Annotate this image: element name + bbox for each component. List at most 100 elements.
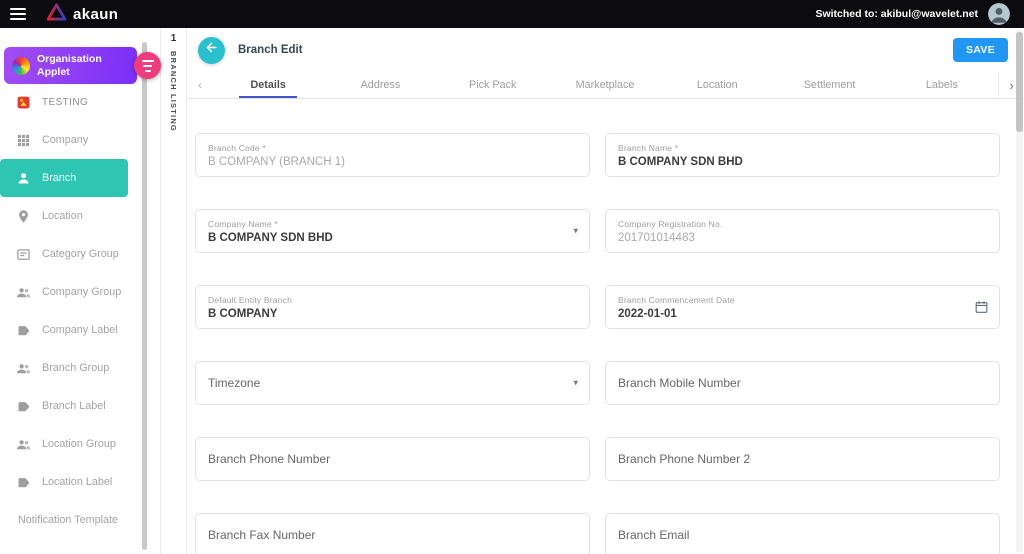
field-branch-phone-number-2[interactable]: Branch Phone Number 2: [605, 437, 1000, 481]
back-arrow-icon: [204, 40, 219, 60]
field-label: Branch Commencement Date: [618, 294, 735, 305]
field-branch-fax-number[interactable]: Branch Fax Number: [195, 513, 590, 554]
hamburger-icon[interactable]: [10, 8, 26, 20]
field-value: B COMPANY SDN BHD: [618, 155, 743, 168]
app-name: akaun: [73, 5, 119, 23]
sidebar-item-label: TESTING: [42, 96, 89, 108]
page-title: Branch Edit: [238, 44, 303, 56]
tabs-bar: ‹ Details Address Pick Pack Marketplace …: [188, 72, 1024, 99]
sidebar-scrollbar[interactable]: [142, 42, 147, 550]
field-placeholder: Branch Mobile Number: [618, 376, 741, 390]
sidebar-item-company-group[interactable]: Company Group: [0, 273, 160, 311]
applet-logo-icon: [12, 56, 30, 75]
field-label: Company Name *: [208, 218, 278, 229]
category-card-icon: [15, 246, 31, 262]
sidebar-item-label: Branch: [42, 172, 77, 184]
field-value: B COMPANY: [208, 307, 278, 320]
main-header: Branch Edit SAVE: [188, 28, 1024, 72]
field-default-entity-branch[interactable]: Default Entity Branch B COMPANY: [195, 285, 590, 329]
field-label: Company Registration No.: [618, 218, 723, 229]
main-scrollbar[interactable]: [1016, 30, 1023, 552]
field-branch-email[interactable]: Branch Email: [605, 513, 1000, 554]
sidebar-item-label: Location Group: [42, 438, 116, 450]
sidebar-item-label: Location: [42, 210, 83, 222]
main-content: Branch Edit SAVE ‹ Details Address Pick …: [188, 28, 1024, 554]
tabs-scroll-left-icon[interactable]: ‹: [188, 72, 212, 98]
field-label: Branch Code *: [208, 142, 266, 153]
sidebar-item-branch[interactable]: Branch: [0, 159, 128, 197]
sidebar-item-label: Company Group: [42, 286, 122, 298]
sidebar-collapse-button[interactable]: [134, 52, 161, 79]
people-icon: [15, 284, 31, 300]
company-grid-icon: [15, 132, 31, 148]
people-icon: [15, 360, 31, 376]
field-value: B COMPANY (BRANCH 1): [208, 155, 345, 168]
save-button[interactable]: SAVE: [952, 38, 1008, 62]
field-placeholder: Branch Phone Number: [208, 452, 331, 466]
tab-labels[interactable]: Labels: [886, 72, 998, 98]
listing-tab-label: BRANCH LISTING: [169, 51, 178, 132]
tag-icon: [15, 398, 31, 414]
applet-header[interactable]: Organisation Applet: [4, 47, 137, 84]
form-grid: Branch Code * B COMPANY (BRANCH 1) Branc…: [195, 133, 1000, 554]
field-branch-phone-number[interactable]: Branch Phone Number: [195, 437, 590, 481]
calendar-icon[interactable]: [974, 300, 989, 315]
sidebar-item-notification-template[interactable]: Notification Template: [0, 501, 160, 539]
field-branch-commencement-date[interactable]: Branch Commencement Date 2022-01-01: [605, 285, 1000, 329]
main-scrollbar-thumb[interactable]: [1016, 32, 1023, 132]
sidebar-item-company-label[interactable]: Company Label: [0, 311, 160, 349]
testing-applet-icon: [15, 94, 31, 110]
sidebar-menu: TESTING Company Branch Location Category: [0, 83, 160, 539]
tabs: Details Address Pick Pack Marketplace Lo…: [212, 72, 998, 98]
logo-triangle-icon: [46, 2, 67, 26]
sidebar-item-branch-label[interactable]: Branch Label: [0, 387, 160, 425]
field-value: 2022-01-01: [618, 307, 677, 320]
tab-marketplace[interactable]: Marketplace: [549, 72, 661, 98]
field-branch-code[interactable]: Branch Code * B COMPANY (BRANCH 1): [195, 133, 590, 177]
field-label: Default Entity Branch: [208, 294, 293, 305]
sidebar-item-category-group[interactable]: Category Group: [0, 235, 160, 273]
sidebar-item-label: Category Group: [42, 248, 119, 260]
field-placeholder: Branch Email: [618, 528, 690, 542]
sidebar-item-location[interactable]: Location: [0, 197, 160, 235]
sidebar-item-location-group[interactable]: Location Group: [0, 425, 160, 463]
tab-settlement[interactable]: Settlement: [773, 72, 885, 98]
sidebar-item-testing[interactable]: TESTING: [0, 83, 160, 121]
field-label: Branch Name *: [618, 142, 679, 153]
tag-icon: [15, 322, 31, 338]
person-icon: [15, 170, 31, 186]
listing-tab-strip[interactable]: 1 BRANCH LISTING: [160, 28, 187, 554]
sidebar-item-label: Branch Group: [42, 362, 110, 374]
field-branch-name[interactable]: Branch Name * B COMPANY SDN BHD: [605, 133, 1000, 177]
field-value: 201701014483: [618, 231, 695, 244]
sidebar-item-label: Branch Label: [42, 400, 106, 412]
field-company-registration-no[interactable]: Company Registration No. 201701014483: [605, 209, 1000, 253]
tag-icon: [15, 474, 31, 490]
switched-to-label: Switched to: akibul@wavelet.net: [815, 8, 978, 20]
listing-tab-index: 1: [170, 33, 177, 44]
sidebar-item-label: Notification Template: [18, 514, 119, 526]
back-button[interactable]: [198, 36, 225, 64]
sidebar: Organisation Applet TESTING Company Bran…: [0, 28, 161, 554]
app-logo: akaun: [46, 2, 119, 26]
field-value: B COMPANY SDN BHD: [208, 231, 333, 244]
dropdown-caret-icon[interactable]: ▾: [573, 378, 578, 389]
user-avatar[interactable]: [988, 3, 1010, 25]
applet-title: Organisation Applet: [37, 53, 102, 78]
sidebar-item-company[interactable]: Company: [0, 121, 160, 159]
field-branch-mobile-number[interactable]: Branch Mobile Number: [605, 361, 1000, 405]
tab-pick-pack[interactable]: Pick Pack: [437, 72, 549, 98]
sidebar-item-label: Company: [42, 134, 89, 146]
sidebar-item-branch-group[interactable]: Branch Group: [0, 349, 160, 387]
people-icon: [15, 436, 31, 452]
sidebar-item-label: Location Label: [42, 476, 113, 488]
field-timezone[interactable]: Timezone ▾: [195, 361, 590, 405]
map-pin-icon: [15, 208, 31, 224]
field-company-name[interactable]: Company Name * B COMPANY SDN BHD ▾: [195, 209, 590, 253]
tab-address[interactable]: Address: [324, 72, 436, 98]
tab-details[interactable]: Details: [212, 72, 324, 98]
tab-location[interactable]: Location: [661, 72, 773, 98]
sidebar-item-location-label[interactable]: Location Label: [0, 463, 160, 501]
dropdown-caret-icon[interactable]: ▾: [573, 226, 578, 237]
topbar: akaun Switched to: akibul@wavelet.net: [0, 0, 1024, 28]
